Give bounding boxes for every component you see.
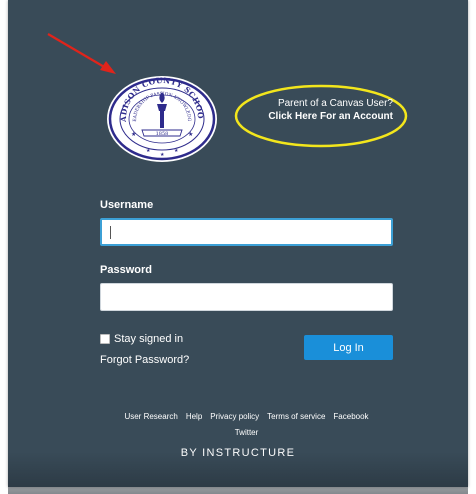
school-seal-logo: MADISON COUNTY SCHOOLS LEADERSHIP PASSIO… <box>104 74 220 164</box>
footer-link-user-research[interactable]: User Research <box>124 412 177 421</box>
login-button[interactable]: Log In <box>304 335 393 360</box>
stay-signed-in-label: Stay signed in <box>114 333 184 345</box>
text-caret <box>110 226 111 239</box>
parent-account-link[interactable]: Parent of a Canvas User? Click Here For … <box>233 83 409 149</box>
forgot-password-link[interactable]: Forgot Password? <box>100 354 189 366</box>
footer-link-terms[interactable]: Terms of service <box>267 412 325 421</box>
password-input[interactable] <box>100 283 393 311</box>
svg-text:★: ★ <box>188 131 193 138</box>
stay-signed-in-option[interactable]: Stay signed in <box>100 333 183 345</box>
svg-text:★: ★ <box>174 148 179 154</box>
username-label: Username <box>100 199 154 211</box>
password-label: Password <box>100 264 152 276</box>
stay-signed-in-checkbox[interactable] <box>100 334 110 344</box>
svg-text:★: ★ <box>131 131 136 138</box>
username-input[interactable] <box>100 218 393 246</box>
footer-links: User Research Help Privacy policy Terms of … <box>100 409 393 441</box>
seal-year: 1858 <box>156 131 169 137</box>
footer-link-facebook[interactable]: Facebook <box>333 412 368 421</box>
annotation-arrow-icon <box>44 30 124 80</box>
footer-link-help[interactable]: Help <box>186 412 202 421</box>
footer-link-privacy[interactable]: Privacy policy <box>210 412 259 421</box>
parent-link-line1: Parent of a Canvas User? <box>277 98 393 109</box>
parent-link-line2: Click Here For an Account <box>268 111 393 122</box>
footer-link-twitter[interactable]: Twitter <box>235 428 259 437</box>
parent-link-text[interactable]: Parent of a Canvas User? Click Here For … <box>233 97 393 123</box>
svg-text:★: ★ <box>146 148 151 154</box>
by-instructure: BY INSTRUCTURE <box>180 447 296 459</box>
svg-text:★: ★ <box>160 152 165 158</box>
